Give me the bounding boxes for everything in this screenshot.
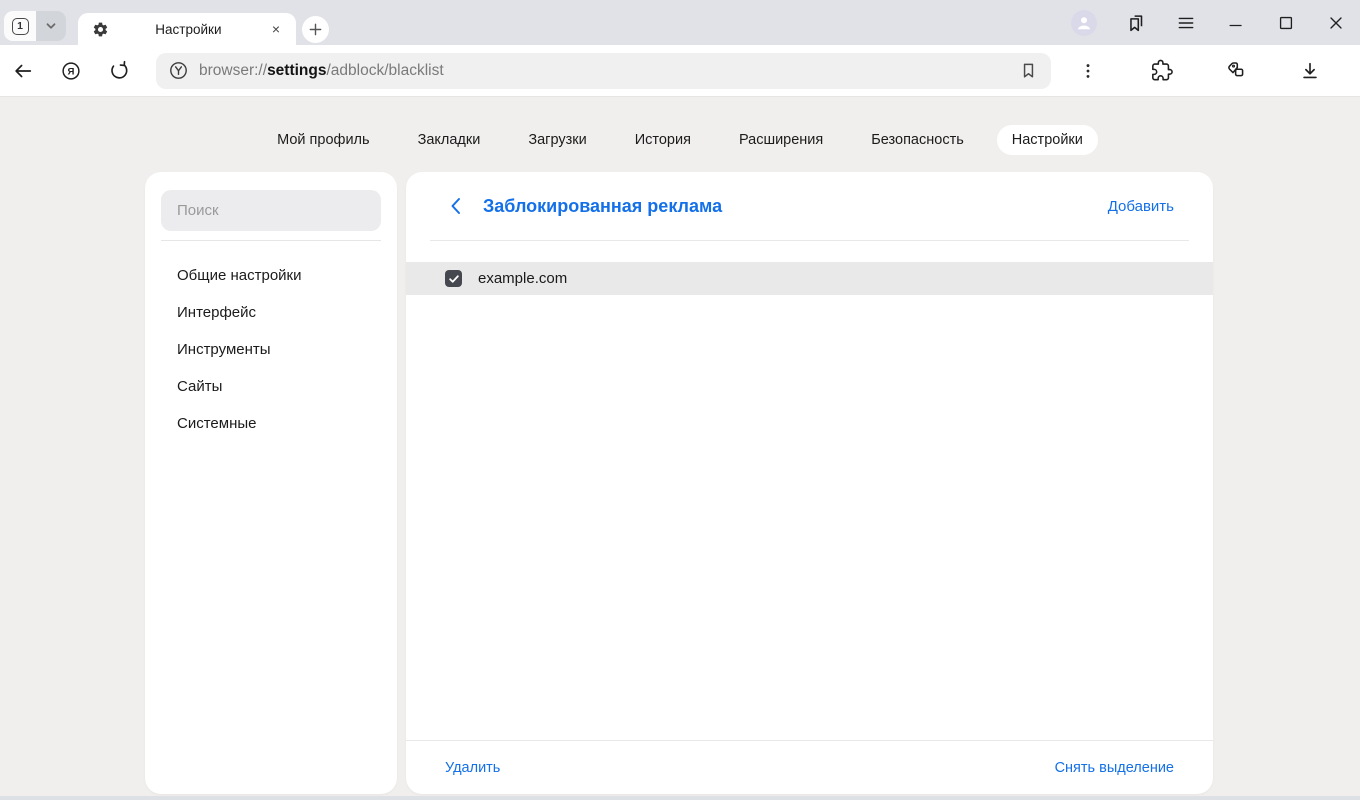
blacklist-row[interactable]: example.com — [406, 262, 1213, 295]
downloads-icon[interactable] — [1299, 60, 1321, 82]
selection-action-bar: Удалить Снять выделение — [406, 740, 1213, 794]
domain-label: example.com — [478, 270, 567, 287]
tab-count: 1 — [12, 18, 29, 35]
settings-nav: Мой профиль Закладки Загрузки История Ра… — [0, 125, 1360, 155]
sidebar-item-interface[interactable]: Интерфейс — [145, 294, 397, 331]
chevron-down-icon — [43, 18, 59, 34]
yandex-home-button[interactable]: Я — [60, 60, 82, 82]
add-button[interactable]: Добавить — [1108, 198, 1174, 215]
yandex-services-icon[interactable] — [1225, 60, 1247, 82]
svg-text:Я: Я — [68, 66, 75, 77]
url-text[interactable]: browser://settings/adblock/blacklist — [199, 62, 1018, 80]
titlebar: 1 Настройки × — [0, 0, 1360, 45]
window-frame-edge — [0, 796, 1360, 800]
nav-settings[interactable]: Настройки — [997, 125, 1098, 155]
sidebar-item-sites[interactable]: Сайты — [145, 368, 397, 405]
bookmark-icon[interactable] — [1018, 60, 1039, 81]
row-checkbox-checked[interactable] — [445, 270, 462, 287]
tab-list-dropdown-button[interactable] — [36, 11, 66, 41]
sidebar-item-general[interactable]: Общие настройки — [145, 257, 397, 294]
tab-title: Настройки — [109, 22, 268, 37]
tab-counter-group: 1 — [4, 11, 66, 41]
site-badge-icon[interactable] — [168, 60, 189, 81]
menu-icon[interactable] — [1175, 12, 1197, 34]
deselect-button[interactable]: Снять выделение — [1055, 760, 1174, 776]
header-divider — [430, 240, 1189, 241]
sidebar-divider — [161, 240, 381, 241]
address-bar[interactable]: browser://settings/adblock/blacklist — [156, 53, 1051, 89]
search-input[interactable] — [161, 190, 381, 231]
minimize-button[interactable] — [1225, 12, 1247, 34]
nav-bookmarks[interactable]: Закладки — [403, 125, 496, 155]
plus-icon — [308, 22, 323, 37]
profile-avatar[interactable] — [1071, 10, 1097, 36]
nav-history[interactable]: История — [620, 125, 706, 155]
delete-button[interactable]: Удалить — [445, 760, 500, 776]
close-window-button[interactable] — [1325, 12, 1347, 34]
back-button[interactable] — [12, 60, 34, 82]
sidebar-item-system[interactable]: Системные — [145, 405, 397, 442]
toolbar-kebab-menu-icon[interactable] — [1077, 60, 1099, 82]
extensions-icon[interactable] — [1151, 60, 1173, 82]
reload-icon[interactable] — [108, 60, 130, 82]
nav-extensions[interactable]: Расширения — [724, 125, 838, 155]
bookmarks-panel-icon[interactable] — [1125, 12, 1147, 34]
new-tab-button[interactable] — [302, 16, 329, 43]
browser-toolbar: Я browser://settings/adblock/blacklist — [0, 45, 1360, 97]
tab-close-button[interactable]: × — [268, 20, 284, 38]
nav-security[interactable]: Безопасность — [856, 125, 979, 155]
maximize-button[interactable] — [1275, 12, 1297, 34]
gear-icon — [92, 21, 109, 38]
blocked-ads-panel: Заблокированная реклама Добавить example… — [406, 172, 1213, 794]
sidebar-item-tools[interactable]: Инструменты — [145, 331, 397, 368]
nav-my-profile[interactable]: Мой профиль — [262, 125, 384, 155]
tab-counter-button[interactable]: 1 — [4, 11, 36, 41]
page-title: Заблокированная реклама — [483, 196, 722, 217]
back-chevron-button[interactable] — [450, 197, 461, 215]
settings-page: Мой профиль Закладки Загрузки История Ра… — [0, 97, 1360, 800]
nav-downloads[interactable]: Загрузки — [513, 125, 601, 155]
browser-tab-settings[interactable]: Настройки × — [78, 13, 296, 45]
settings-sidebar: Общие настройки Интерфейс Инструменты Са… — [145, 172, 397, 794]
